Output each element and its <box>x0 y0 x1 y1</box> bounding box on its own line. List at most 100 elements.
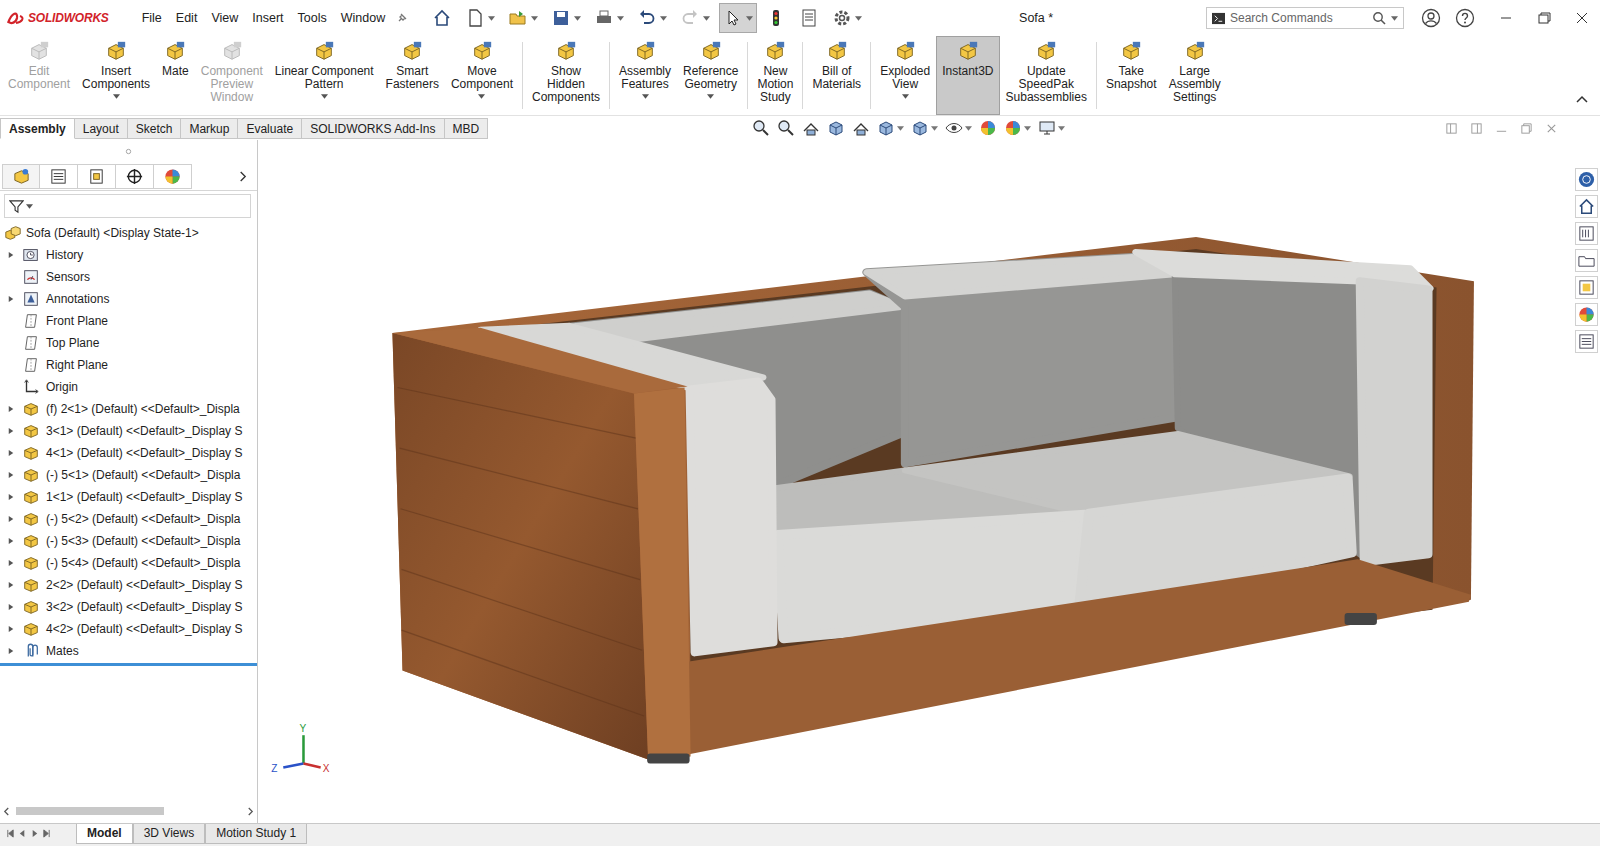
panel-tab[interactable] <box>78 164 116 189</box>
tree-item[interactable]: 4<1> (Default) <<Default>_Display S <box>0 442 257 464</box>
tree-item[interactable]: Top Plane <box>0 332 257 354</box>
ribbon-button[interactable]: InsertComponents <box>76 36 156 115</box>
next-tab-icon[interactable] <box>30 829 39 838</box>
scroll-right-icon[interactable] <box>247 807 254 816</box>
sofa-model[interactable]: YZX <box>258 140 1572 823</box>
quick-access-button[interactable] <box>676 3 714 33</box>
tree-item[interactable]: Sofa (Default) <Display State-1> <box>0 222 257 244</box>
tree-item[interactable]: (-) 5<4> (Default) <<Default>_Displa <box>0 552 257 574</box>
last-tab-icon[interactable] <box>42 829 51 838</box>
quick-access-button[interactable] <box>504 3 542 33</box>
ribbon-button[interactable]: Mate <box>156 36 195 115</box>
expand-arrow-icon[interactable] <box>8 449 14 457</box>
expand-arrow-icon[interactable] <box>8 603 14 611</box>
tree-item[interactable]: 3<2> (Default) <<Default>_Display S <box>0 596 257 618</box>
tree-item[interactable]: (-) 5<2> (Default) <<Default>_Displa <box>0 508 257 530</box>
menu-item[interactable]: Window <box>334 9 392 27</box>
tree-item[interactable]: 2<2> (Default) <<Default>_Display S <box>0 574 257 596</box>
view-tool-button[interactable] <box>911 119 938 137</box>
panel-tab[interactable] <box>116 164 154 189</box>
command-tab[interactable]: SOLIDWORKS Add-Ins <box>302 118 444 139</box>
dropdown-caret-icon[interactable] <box>897 126 904 131</box>
magnifier-icon[interactable] <box>1372 11 1386 25</box>
ribbon-button[interactable]: TakeSnapshot <box>1100 36 1163 115</box>
view-tool-button[interactable] <box>1038 119 1065 137</box>
horizontal-scrollbar[interactable] <box>0 803 257 823</box>
command-tab[interactable]: Evaluate <box>238 118 302 139</box>
tile-left-icon[interactable] <box>1445 122 1458 135</box>
menu-item[interactable]: View <box>204 9 245 27</box>
dropdown-caret-icon[interactable] <box>113 94 120 99</box>
tree-item[interactable]: Annotations <box>0 288 257 310</box>
quick-access-button[interactable] <box>828 3 866 33</box>
quick-access-button[interactable] <box>428 3 456 33</box>
tile-right-icon[interactable] <box>1470 122 1483 135</box>
dropdown-caret-icon[interactable] <box>931 126 938 131</box>
ribbon-button[interactable]: ExplodedView <box>874 36 936 115</box>
view-tool-button[interactable] <box>777 119 795 137</box>
tree-item[interactable]: History <box>0 244 257 266</box>
tree-item[interactable]: Front Plane <box>0 310 257 332</box>
dropdown-caret-icon[interactable] <box>707 94 714 99</box>
ribbon-button[interactable]: ComponentPreviewWindow <box>195 36 269 115</box>
bottom-tab[interactable]: 3D Views <box>133 824 205 844</box>
view-tool-button[interactable] <box>852 119 870 137</box>
menu-item[interactable]: Edit <box>169 9 205 27</box>
view-tool-button[interactable] <box>752 119 770 137</box>
dropdown-caret-icon[interactable] <box>1391 16 1398 21</box>
quick-access-button[interactable] <box>795 3 823 33</box>
expand-arrow-icon[interactable] <box>8 515 14 523</box>
command-tab[interactable]: MBD <box>445 118 489 139</box>
ribbon-button[interactable]: Linear ComponentPattern <box>269 36 380 115</box>
quick-access-button[interactable] <box>547 3 585 33</box>
bottom-tab[interactable]: Motion Study 1 <box>205 824 307 844</box>
expand-arrow-icon[interactable] <box>8 493 14 501</box>
resources-icon[interactable] <box>1575 168 1598 191</box>
tree-item[interactable]: Sensors <box>0 266 257 288</box>
restore-icon[interactable] <box>1526 8 1562 28</box>
view-tool-button[interactable] <box>1004 119 1031 137</box>
ribbon-button[interactable]: AssemblyFeatures <box>613 36 677 115</box>
expand-arrow-icon[interactable] <box>8 471 14 479</box>
quick-access-button[interactable] <box>461 3 499 33</box>
menu-item[interactable]: Tools <box>291 9 334 27</box>
expand-arrow-icon[interactable] <box>8 427 14 435</box>
view-tool-button[interactable] <box>802 119 820 137</box>
ribbon-button[interactable]: ReferenceGeometry <box>677 36 744 115</box>
dropdown-caret-icon[interactable] <box>902 94 909 99</box>
file-explorer-icon[interactable] <box>1575 249 1598 272</box>
menu-item[interactable]: File <box>135 9 169 27</box>
view-tool-button[interactable] <box>945 119 972 137</box>
scrollbar-thumb[interactable] <box>16 807 164 815</box>
dropdown-caret-icon[interactable] <box>642 94 649 99</box>
search-field[interactable]: Search Commands <box>1206 7 1404 29</box>
minimize-icon[interactable] <box>1488 8 1524 28</box>
dropdown-caret-icon[interactable] <box>1058 126 1065 131</box>
bottom-tab[interactable]: Model <box>76 824 133 844</box>
expand-arrow-icon[interactable] <box>8 559 14 567</box>
first-tab-icon[interactable] <box>6 829 15 838</box>
help-icon[interactable] <box>1455 8 1475 28</box>
ribbon-button[interactable]: EditComponent <box>2 36 76 115</box>
tree-item[interactable]: 3<1> (Default) <<Default>_Display S <box>0 420 257 442</box>
command-tab[interactable]: Layout <box>75 118 128 139</box>
previous-tab-icon[interactable] <box>18 829 27 838</box>
command-tab[interactable]: Sketch <box>128 118 182 139</box>
tree-rollback-bar[interactable] <box>0 663 257 666</box>
panel-grip[interactable] <box>0 140 257 162</box>
pin-icon[interactable] <box>396 12 408 24</box>
expand-arrow-icon[interactable] <box>8 251 14 259</box>
ribbon-button[interactable]: MoveComponent <box>445 36 519 115</box>
more-tabs-icon[interactable] <box>238 170 247 183</box>
home-icon[interactable] <box>1575 195 1598 218</box>
appearances-icon[interactable] <box>1575 303 1598 326</box>
dropdown-caret-icon[interactable] <box>965 126 972 131</box>
expand-arrow-icon[interactable] <box>8 625 14 633</box>
minimize-icon[interactable] <box>1495 122 1508 135</box>
expand-arrow-icon[interactable] <box>8 295 14 303</box>
collapse-ribbon-icon[interactable] <box>1576 95 1588 103</box>
design-library-icon[interactable] <box>1575 222 1598 245</box>
ribbon-button[interactable]: LargeAssemblySettings <box>1163 36 1227 115</box>
view-palette-icon[interactable] <box>1575 276 1598 299</box>
graphics-area[interactable]: YZX <box>258 140 1572 823</box>
